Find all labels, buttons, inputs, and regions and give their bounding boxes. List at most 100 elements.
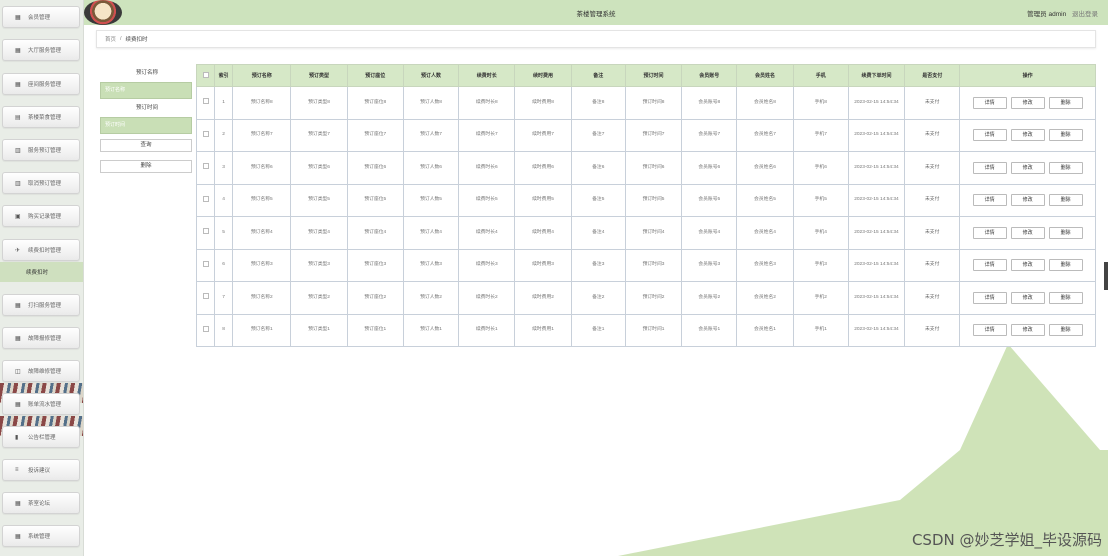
detail-button[interactable]: 详情 <box>972 259 1007 272</box>
cell-type: 预订类型3 <box>290 248 348 282</box>
column-header: 预订类型 <box>290 64 348 87</box>
cell-paid: 未支付 <box>904 216 961 250</box>
row-checkbox[interactable] <box>195 313 216 347</box>
sidebar-item-billing[interactable]: ▦ 账单流水管理 <box>2 393 80 415</box>
cell-seat: 预订座位6 <box>346 151 404 185</box>
sidebar-item-fault-repair[interactable]: ◫ 故障维修管理 <box>2 360 80 382</box>
edit-button[interactable]: 修改 <box>1010 96 1045 109</box>
sidebar-item-members[interactable]: ▦ 会员管理 <box>2 6 80 28</box>
row-checkbox[interactable] <box>195 216 216 250</box>
cell-phone: 手机6 <box>792 151 849 185</box>
row-checkbox[interactable] <box>195 118 216 152</box>
sidebar-item-purchase[interactable]: ▣ 购买记录管理 <box>2 205 80 227</box>
detail-button[interactable]: 详情 <box>972 194 1007 207</box>
delete-button[interactable]: 删除 <box>1048 226 1083 239</box>
sidebar-item-fault-report[interactable]: ▦ 故障报修管理 <box>2 327 80 349</box>
cell-type: 预订类型6 <box>290 151 348 185</box>
grid-icon: ▦ <box>15 500 21 507</box>
query-button[interactable]: 查询 <box>100 139 192 152</box>
cell-duration: 续费时长2 <box>458 281 516 315</box>
delete-button[interactable]: 删除 <box>1048 194 1083 207</box>
delete-button[interactable]: 删除 <box>1048 96 1083 109</box>
cell-note: 备注7 <box>570 118 626 152</box>
detail-button[interactable]: 详情 <box>972 324 1007 337</box>
cell-time: 预订时间3 <box>624 248 683 282</box>
detail-button[interactable]: 详情 <box>972 161 1007 174</box>
cell-duration: 续费时长1 <box>458 313 516 347</box>
sidebar-item-menu[interactable]: ▤ 茶楼菜食管理 <box>2 106 80 128</box>
edit-button[interactable]: 修改 <box>1010 291 1045 304</box>
sidebar-subitem-label: 续费扣时 <box>26 270 49 276</box>
sidebar-item-hall-service[interactable]: ▦ 大厅服务管理 <box>2 39 80 61</box>
sidebar-subitem-renewal[interactable]: 续费扣时 <box>0 262 83 282</box>
edit-button[interactable]: 修改 <box>1010 129 1045 142</box>
column-header: 索引 <box>214 64 234 87</box>
edit-button[interactable]: 修改 <box>1010 194 1045 207</box>
cell-type: 预订类型4 <box>290 216 348 250</box>
logout-link[interactable]: 退出登录 <box>1072 11 1098 18</box>
booking-time-input[interactable]: 预订时间 <box>100 117 192 134</box>
cell-type: 预订类型5 <box>290 183 348 217</box>
sidebar-item-cancel-booking[interactable]: ▥ 取消预订管理 <box>2 172 80 194</box>
cell-account: 会员账号7 <box>681 118 738 152</box>
row-checkbox[interactable] <box>195 86 216 120</box>
breadcrumb-home[interactable]: 首页 <box>105 35 116 43</box>
delete-button[interactable]: 删除 <box>1048 291 1083 304</box>
checkbox-icon <box>202 293 209 300</box>
cell-note: 备注2 <box>570 281 626 315</box>
scrollbar[interactable] <box>1104 262 1108 290</box>
checkbox-icon <box>202 72 209 79</box>
delete-button[interactable]: 删除 <box>1048 324 1083 337</box>
cell-member: 会员姓名4 <box>736 216 794 250</box>
checkbox-icon <box>202 228 209 235</box>
delete-button[interactable]: 删除 <box>1048 161 1083 174</box>
edit-button[interactable]: 修改 <box>1010 161 1045 174</box>
cell-paid: 未支付 <box>904 248 961 282</box>
detail-button[interactable]: 详情 <box>972 129 1007 142</box>
cell-phone: 手机2 <box>792 281 849 315</box>
cell-member: 会员姓名5 <box>736 183 794 217</box>
sidebar-item-system[interactable]: ▦ 系统管理 <box>2 525 80 547</box>
detail-button[interactable]: 详情 <box>972 291 1007 304</box>
cell-account: 会员账号8 <box>681 86 738 120</box>
sidebar-item-booking[interactable]: ▥ 服务预订管理 <box>2 139 80 161</box>
delete-button[interactable]: 删除 <box>1048 259 1083 272</box>
row-checkbox[interactable] <box>195 248 216 282</box>
detail-button[interactable]: 详情 <box>972 226 1007 239</box>
row-checkbox[interactable] <box>195 151 216 185</box>
cell-people: 预订人数8 <box>402 86 460 120</box>
cell-idx: 6 <box>214 248 234 282</box>
sidebar-item-room-service[interactable]: ▦ 座间服务管理 <box>2 73 80 95</box>
checkbox-icon <box>202 195 209 202</box>
cell-order-time: 2023-02-15 14:54:34 <box>847 216 906 250</box>
delete-button[interactable]: 删除 <box>1048 129 1083 142</box>
sidebar-item-complaints[interactable]: ≡ 投诉建议 <box>2 459 80 481</box>
edit-button[interactable]: 修改 <box>1010 226 1045 239</box>
edit-button[interactable]: 修改 <box>1010 259 1045 272</box>
delete-selected-button[interactable]: 删除 <box>100 160 192 173</box>
sidebar-item-renewal[interactable]: ✈ 续费扣时管理 <box>2 239 80 261</box>
detail-button[interactable]: 详情 <box>972 96 1007 109</box>
row-checkbox[interactable] <box>195 281 216 315</box>
cell-actions: 详情 修改 删除 <box>959 313 1096 347</box>
sidebar-item-forum[interactable]: ▦ 茶室论坛 <box>2 492 80 514</box>
select-all-checkbox[interactable] <box>195 64 216 87</box>
sidebar-item-label: 大厅服务管理 <box>28 48 62 54</box>
cell-paid: 未支付 <box>904 281 961 315</box>
edit-button[interactable]: 修改 <box>1010 324 1045 337</box>
cell-idx: 8 <box>214 313 234 347</box>
row-checkbox[interactable] <box>195 183 216 217</box>
lock-icon: ▣ <box>15 213 21 220</box>
sidebar-item-cleaning[interactable]: ▦ 打扫服务管理 <box>2 294 80 316</box>
cell-member: 会员姓名8 <box>736 86 794 120</box>
cell-people: 预订人数2 <box>402 281 460 315</box>
cell-idx: 7 <box>214 281 234 315</box>
cell-name: 预订名称1 <box>232 313 292 347</box>
sidebar-item-label: 投诉建议 <box>28 468 51 474</box>
booking-name-input[interactable]: 预订名称 <box>100 82 192 99</box>
cell-time: 预订时间6 <box>624 151 683 185</box>
cell-fee: 续时费用2 <box>514 281 572 315</box>
checkbox-icon <box>202 163 209 170</box>
chat-icon: ▤ <box>15 114 21 121</box>
sidebar-item-notice[interactable]: ▮ 公告栏管理 <box>2 426 80 448</box>
